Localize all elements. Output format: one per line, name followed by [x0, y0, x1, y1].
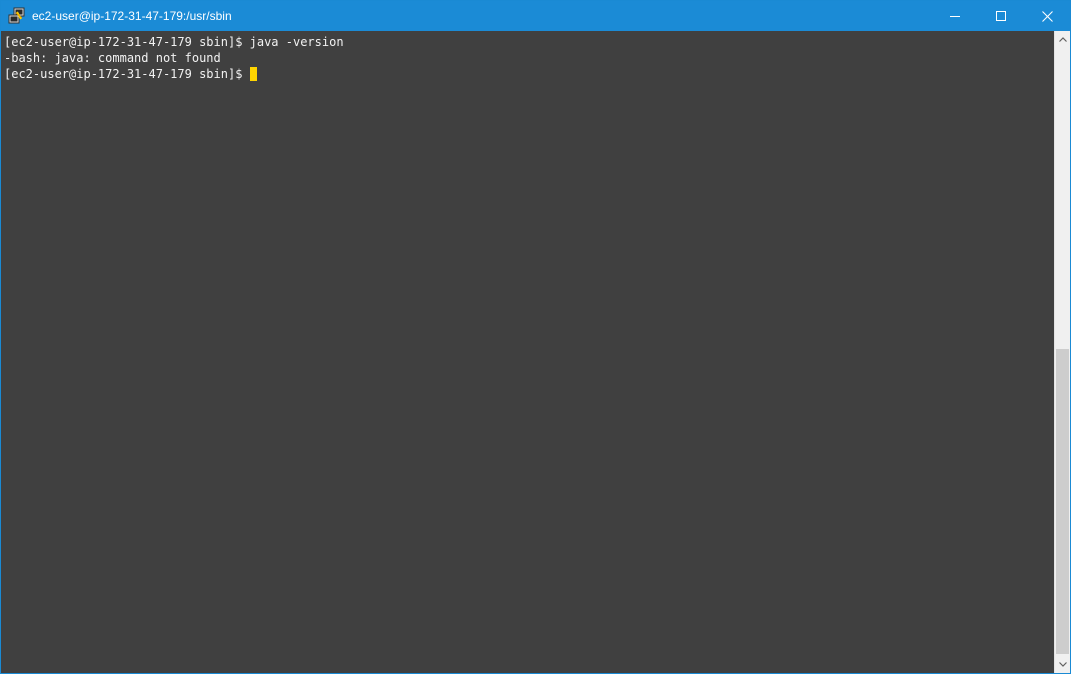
scroll-up-button[interactable]: [1055, 31, 1071, 48]
minimize-icon: [950, 16, 960, 17]
scroll-down-arrow-icon: [1059, 662, 1067, 667]
vertical-scrollbar[interactable]: [1054, 31, 1070, 673]
terminal-prompt: [ec2-user@ip-172-31-47-179 sbin]$: [4, 67, 250, 81]
scroll-down-button[interactable]: [1055, 656, 1071, 673]
close-icon: [1041, 10, 1053, 22]
terminal-prompt-line[interactable]: [ec2-user@ip-172-31-47-179 sbin]$: [4, 66, 257, 82]
putty-icon[interactable]: [8, 7, 26, 25]
scrollbar-thumb[interactable]: [1056, 349, 1069, 654]
terminal-line: -bash: java: command not found: [4, 51, 221, 65]
terminal-line: [ec2-user@ip-172-31-47-179 sbin]$ java -…: [4, 35, 344, 49]
terminal-output[interactable]: [ec2-user@ip-172-31-47-179 sbin]$ java -…: [1, 31, 1054, 673]
text-cursor: [249, 67, 257, 81]
minimize-button[interactable]: [932, 1, 978, 31]
maximize-button[interactable]: [978, 1, 1024, 31]
window-title: ec2-user@ip-172-31-47-179:/usr/sbin: [32, 9, 232, 23]
title-bar[interactable]: ec2-user@ip-172-31-47-179:/usr/sbin: [1, 1, 1070, 31]
maximize-icon: [996, 11, 1006, 21]
close-button[interactable]: [1024, 1, 1070, 31]
terminal-window: ec2-user@ip-172-31-47-179:/usr/sbin [ec2…: [0, 0, 1071, 674]
scroll-up-arrow-icon: [1059, 37, 1067, 42]
